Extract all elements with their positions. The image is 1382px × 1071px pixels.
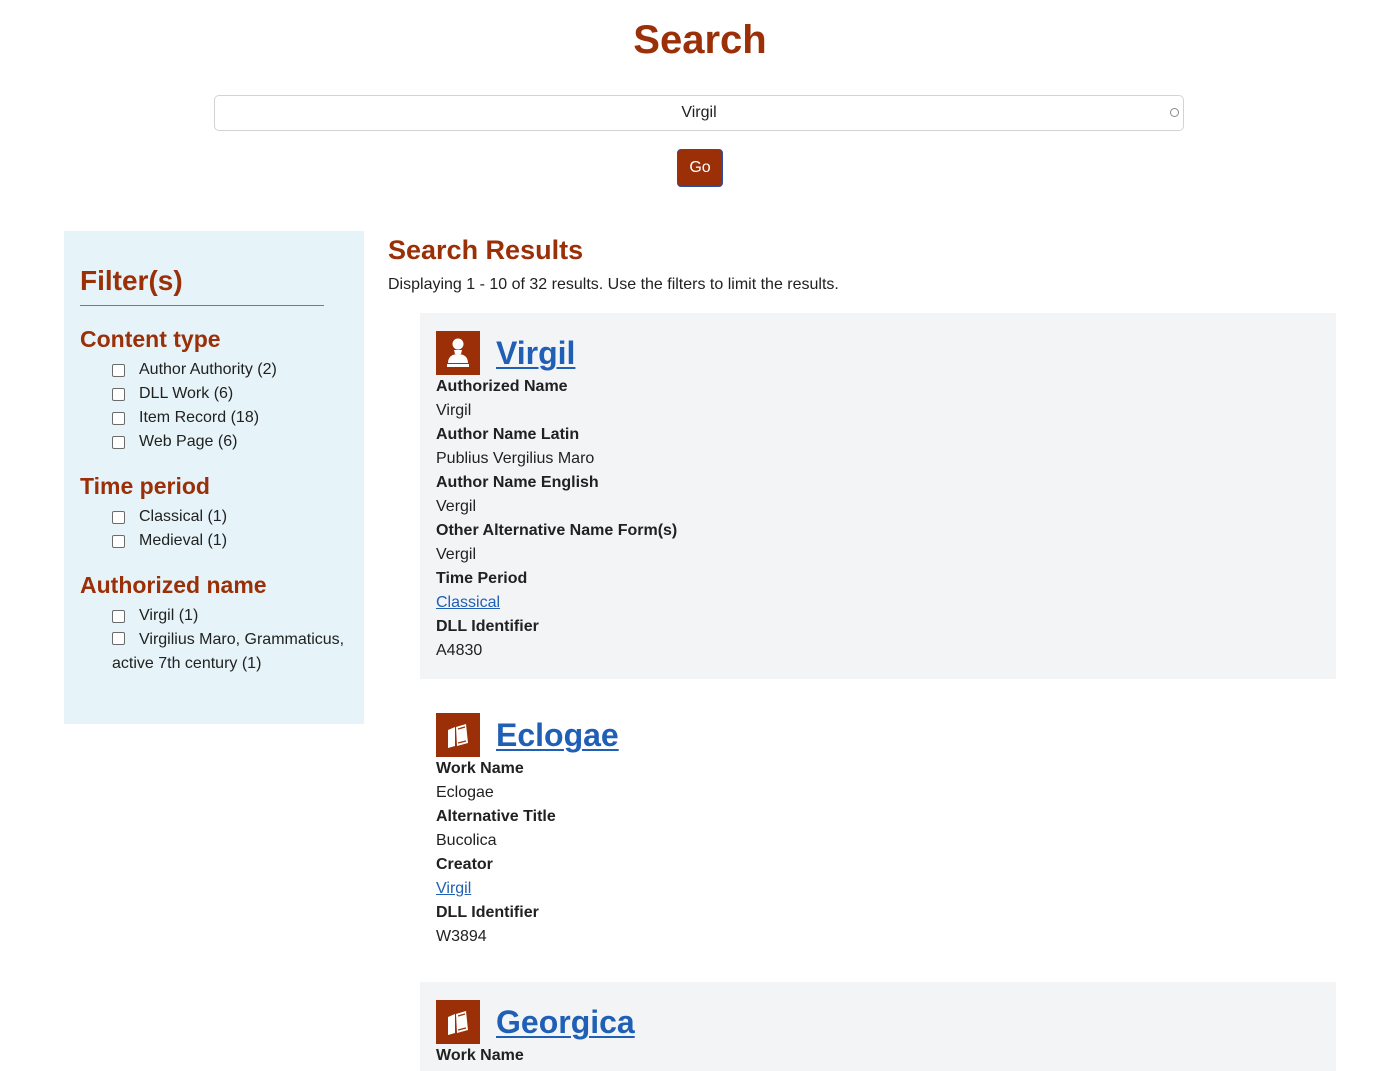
result-fields: Work Name	[436, 1044, 1320, 1068]
field-label: Authorized Name	[436, 378, 568, 395]
facet-options: Author Authority (2) DLL Work (6) Item R…	[80, 358, 348, 454]
result-card: Virgil Authorized Name Virgil Author Nam…	[420, 313, 1336, 679]
facet-option[interactable]: DLL Work (6)	[112, 382, 348, 406]
search-input[interactable]	[215, 96, 1183, 130]
field-value: Bucolica	[436, 832, 497, 849]
facet-option[interactable]: Virgil (1)	[112, 604, 348, 628]
bust-icon	[436, 331, 480, 375]
search-box[interactable]	[214, 95, 1184, 131]
checkbox[interactable]	[112, 388, 125, 401]
facet-option-label[interactable]: DLL Work (6)	[139, 382, 233, 406]
result-title-link[interactable]: Virgil	[496, 333, 575, 373]
field-value: W3894	[436, 928, 487, 945]
facet-options: Virgil (1) Virgilius Maro, Grammaticus, …	[80, 604, 348, 676]
facet-options: Classical (1) Medieval (1)	[80, 505, 348, 553]
facet-time-period: Time period Classical (1) Medieval (1)	[80, 471, 348, 553]
facet-option[interactable]: Author Authority (2)	[112, 358, 348, 382]
facet-option-label[interactable]: Virgil (1)	[139, 604, 198, 628]
books-icon-graphic	[448, 724, 468, 748]
books-icon-graphic	[448, 1011, 468, 1035]
creator-link[interactable]: Virgil	[436, 877, 471, 901]
field-value: Vergil	[436, 546, 477, 563]
filters-heading: Filter(s)	[80, 263, 324, 306]
result-header: Eclogae	[436, 713, 1320, 757]
field-label: Work Name	[436, 1047, 524, 1064]
spinner-icon	[1170, 108, 1179, 117]
facet-title: Time period	[80, 473, 210, 499]
checkbox[interactable]	[112, 364, 125, 377]
field-value: Eclogae	[436, 784, 494, 801]
facet-title: Content type	[80, 326, 221, 352]
field-label: Other Alternative Name Form(s)	[436, 522, 678, 539]
checkbox[interactable]	[112, 610, 125, 623]
facet-option-label[interactable]: Virgilius Maro, Grammaticus, active 7th …	[112, 631, 344, 672]
facet-option[interactable]: Item Record (18)	[112, 406, 348, 430]
facet-option[interactable]: Web Page (6)	[112, 430, 348, 454]
facet-option-label[interactable]: Author Authority (2)	[139, 358, 277, 382]
field-label: DLL Identifier	[436, 618, 539, 635]
results-heading: Search Results	[388, 235, 584, 265]
search-page: Search Go Filter(s) Content type Author …	[0, 0, 1382, 1071]
result-title-link[interactable]: Georgica	[496, 1002, 635, 1042]
facet-option-label[interactable]: Item Record (18)	[139, 406, 259, 430]
checkbox[interactable]	[112, 632, 125, 645]
books-icon	[436, 713, 480, 757]
checkbox[interactable]	[112, 535, 125, 548]
bust-icon-graphic	[447, 338, 469, 367]
facet-option-label[interactable]: Web Page (6)	[139, 430, 237, 454]
checkbox[interactable]	[112, 412, 125, 425]
field-label: DLL Identifier	[436, 904, 539, 921]
field-value: Publius Vergilius Maro	[436, 450, 595, 467]
filters-sidebar: Filter(s) Content type Author Authority …	[64, 231, 364, 724]
facet-option[interactable]: Classical (1)	[112, 505, 348, 529]
checkbox[interactable]	[112, 436, 125, 449]
facet-authorized-name: Authorized name Virgil (1) Virgilius Mar…	[80, 570, 348, 676]
books-icon	[436, 1000, 480, 1044]
facet-option[interactable]: Medieval (1)	[112, 529, 348, 553]
field-value: Virgil	[436, 402, 472, 419]
facet-title: Authorized name	[80, 572, 267, 598]
result-header: Virgil	[436, 331, 1320, 375]
time-period-link[interactable]: Classical	[436, 591, 500, 615]
facet-option[interactable]: Virgilius Maro, Grammaticus, active 7th …	[80, 628, 348, 676]
field-label: Time Period	[436, 570, 528, 587]
result-title-link[interactable]: Eclogae	[496, 715, 619, 755]
facet-option-label[interactable]: Classical (1)	[139, 505, 227, 529]
field-value: A4830	[436, 642, 483, 659]
result-fields: Work Name Eclogae Alternative Title Buco…	[436, 757, 1320, 949]
checkbox[interactable]	[112, 511, 125, 524]
page-title: Search	[633, 18, 767, 62]
facet-content-type: Content type Author Authority (2) DLL Wo…	[80, 324, 348, 454]
result-fields: Authorized Name Virgil Author Name Latin…	[436, 375, 1320, 663]
result-header: Georgica	[436, 1000, 1320, 1044]
field-label: Alternative Title	[436, 808, 556, 825]
results-summary: Displaying 1 - 10 of 32 results. Use the…	[388, 276, 839, 293]
field-label: Author Name English	[436, 474, 599, 491]
go-button[interactable]: Go	[677, 149, 723, 187]
field-label: Work Name	[436, 760, 524, 777]
field-label: Creator	[436, 856, 493, 873]
result-card: Georgica Work Name	[420, 982, 1336, 1071]
result-card: Eclogae Work Name Eclogae Alternative Ti…	[420, 695, 1336, 965]
field-value: Vergil	[436, 498, 477, 515]
facet-option-label[interactable]: Medieval (1)	[139, 529, 227, 553]
field-label: Author Name Latin	[436, 426, 580, 443]
